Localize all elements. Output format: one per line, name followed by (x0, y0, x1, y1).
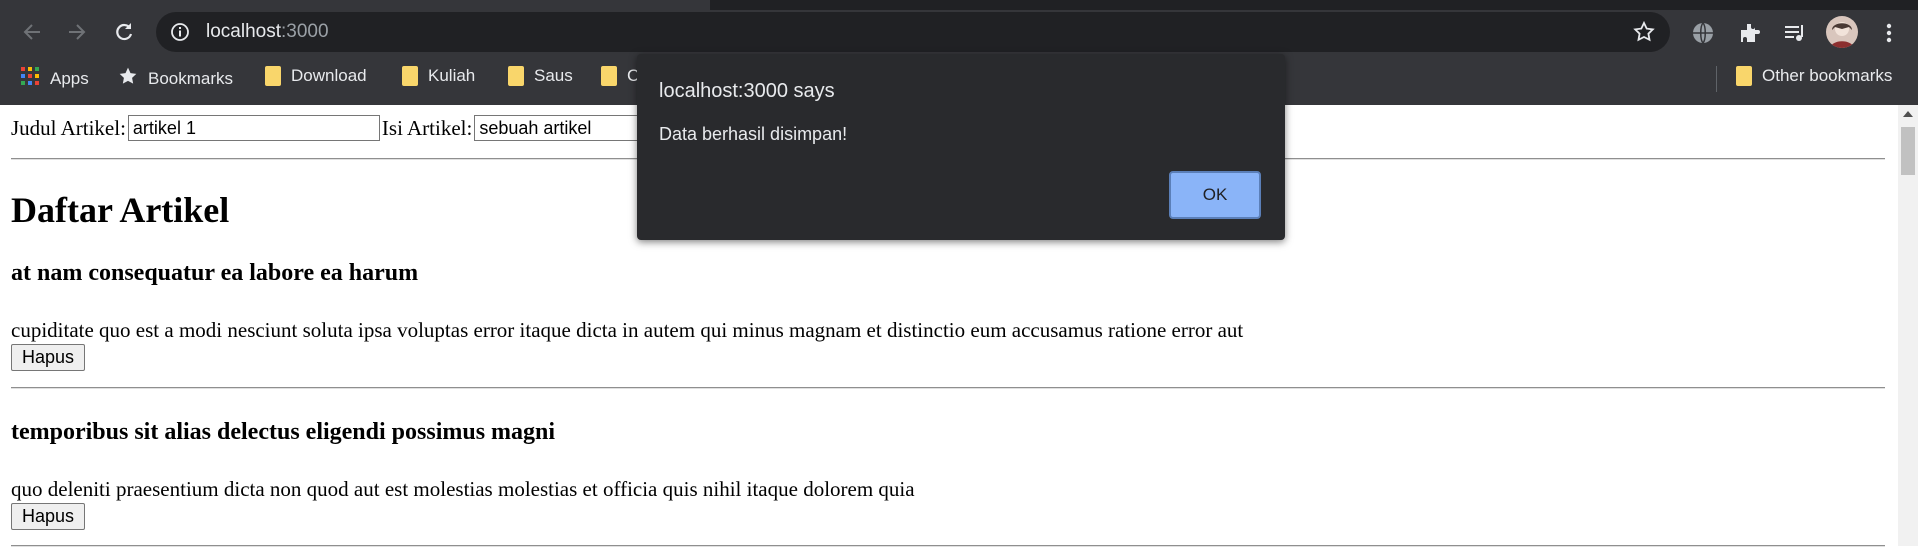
bookmark-label: Kuliah (428, 66, 476, 85)
folder-icon (508, 66, 524, 86)
bookmark-bookmarks[interactable]: Bookmarks (118, 66, 233, 91)
apps-grid-icon (20, 66, 40, 91)
bookmark-apps[interactable]: Apps (20, 66, 89, 91)
folder-icon (1736, 66, 1752, 86)
article-title: at nam consequatur ea labore ea harum (11, 260, 419, 286)
folder-icon (601, 66, 617, 86)
bookmark-star-icon[interactable] (1632, 20, 1656, 49)
url-port: :3000 (281, 21, 329, 42)
url-host: localhost (206, 21, 281, 42)
star-icon (118, 66, 138, 91)
browser-toolbar: localhost:3000 (0, 10, 1918, 54)
dialog-title: localhost:3000 says (659, 80, 835, 102)
folder-icon (402, 66, 418, 86)
judul-input[interactable] (127, 115, 380, 141)
bookmark-label: Bookmarks (148, 68, 234, 88)
alert-dialog: localhost:3000 says Data berhasil disimp… (637, 54, 1285, 240)
reload-icon[interactable] (110, 18, 138, 46)
menu-kebab-icon[interactable] (1876, 20, 1902, 46)
page-scrollbar[interactable] (1898, 105, 1918, 546)
bookmark-saus[interactable]: Saus (508, 66, 573, 86)
bookmark-c[interactable]: C (601, 66, 639, 86)
active-tab[interactable] (0, 0, 710, 10)
url-text: localhost:3000 (206, 21, 329, 43)
scrollbar-thumb[interactable] (1901, 127, 1915, 175)
site-info-icon[interactable] (170, 22, 190, 47)
bookmark-label: Saus (534, 66, 573, 85)
scroll-up-arrow-icon[interactable] (1903, 111, 1913, 117)
bookmarks-separator (1716, 66, 1717, 92)
dialog-message: Data berhasil disimpan! (659, 124, 848, 144)
delete-article-button[interactable]: Hapus (11, 503, 86, 530)
folder-icon (265, 66, 281, 86)
article-body: quo deleniti praesentium dicta non quod … (11, 477, 915, 501)
judul-label: Judul Artikel: (11, 115, 126, 140)
article-form: Judul Artikel: Isi Artikel: (11, 115, 728, 141)
page-heading: Daftar Artikel (11, 190, 230, 230)
article-body: cupiditate quo est a modi nesciunt solut… (11, 318, 1244, 342)
media-playlist-icon[interactable] (1782, 20, 1808, 46)
bookmark-kuliah[interactable]: Kuliah (402, 66, 475, 86)
back-icon[interactable] (18, 18, 46, 46)
extensions-puzzle-icon[interactable] (1737, 20, 1763, 46)
dialog-ok-button[interactable]: OK (1169, 171, 1261, 219)
other-bookmarks-label: Other bookmarks (1762, 66, 1893, 85)
bookmark-label: Apps (50, 68, 89, 88)
divider (11, 387, 1885, 389)
bookmark-label: Download (291, 66, 367, 85)
address-bar[interactable]: localhost:3000 (156, 12, 1670, 52)
bookmark-other-bookmarks[interactable]: Other bookmarks (1736, 66, 1892, 86)
article-title: temporibus sit alias delectus eligendi p… (11, 419, 556, 445)
bookmark-download[interactable]: Download (265, 66, 367, 86)
globe-extension-icon[interactable] (1690, 20, 1716, 46)
delete-article-button[interactable]: Hapus (11, 344, 86, 371)
forward-icon[interactable] (63, 18, 91, 46)
tab-strip (0, 0, 1918, 10)
profile-avatar[interactable] (1826, 16, 1858, 48)
isi-label: Isi Artikel: (381, 115, 473, 140)
